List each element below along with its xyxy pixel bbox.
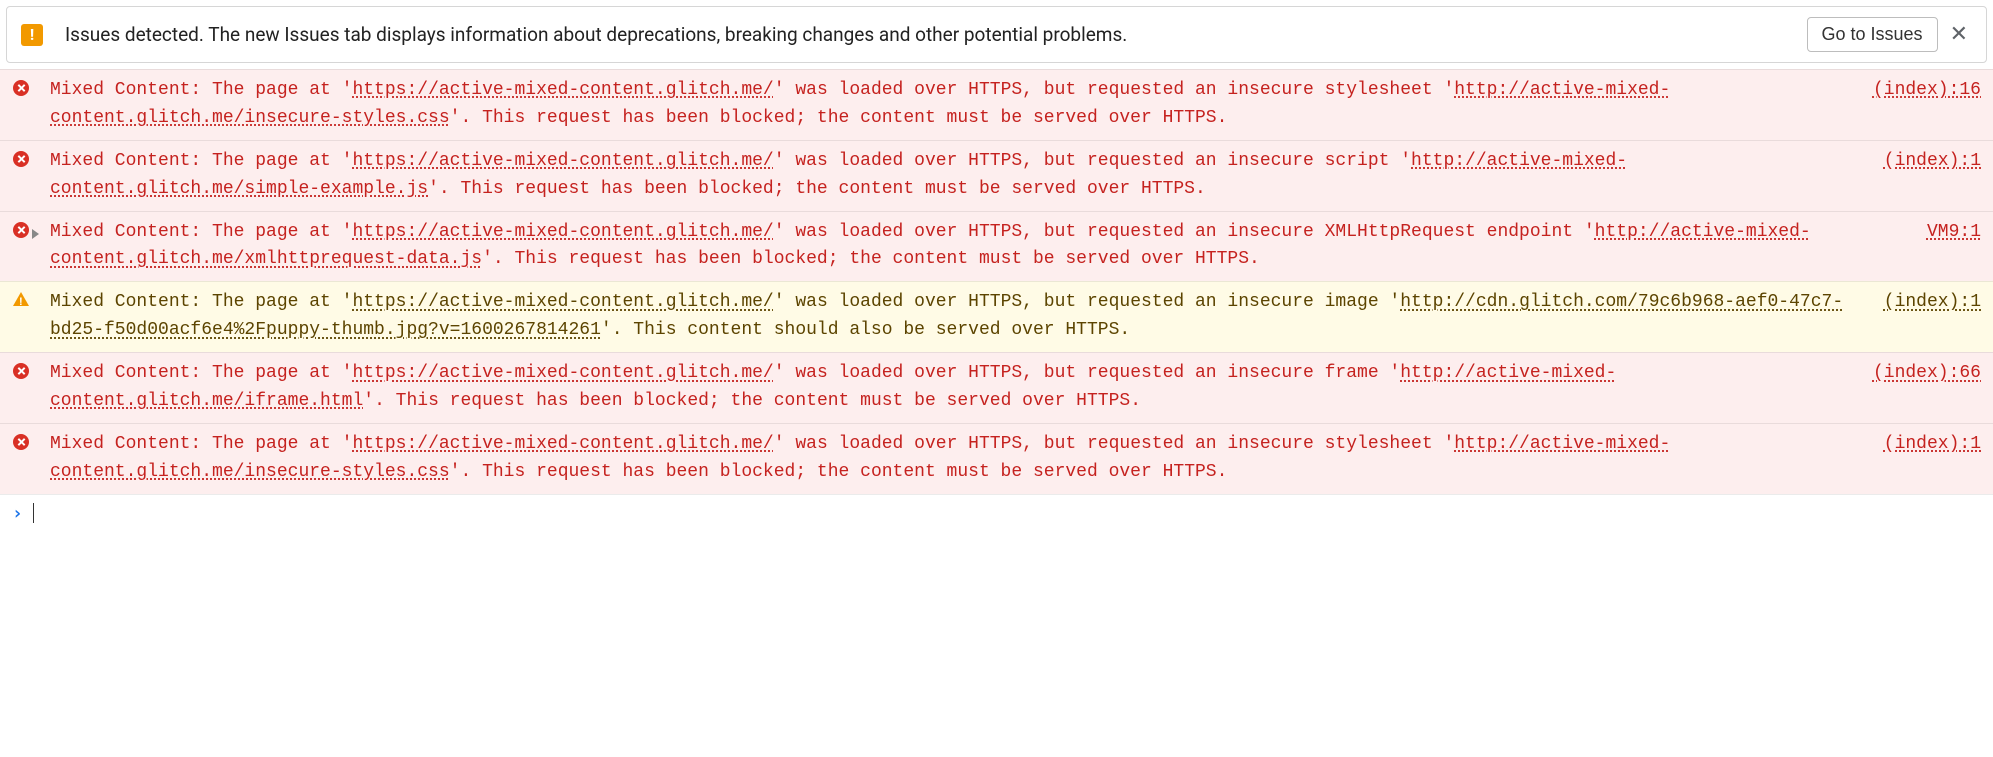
resource-url-link[interactable]: http://active-mixed-content.glitch.me/si…	[50, 151, 1627, 199]
page-url-link[interactable]: https://active-mixed-content.glitch.me/	[352, 222, 773, 242]
resource-url-link[interactable]: http://active-mixed-content.glitch.me/in…	[50, 80, 1670, 128]
close-icon[interactable]: ✕	[1946, 22, 1972, 47]
issues-banner-text: Issues detected. The new Issues tab disp…	[65, 23, 1807, 46]
expand-toggle-icon[interactable]	[32, 229, 39, 239]
source-link[interactable]: VM9:1	[1915, 219, 1981, 247]
console-prompt[interactable]: ›	[0, 494, 1993, 532]
page-url-link[interactable]: https://active-mixed-content.glitch.me/	[352, 363, 773, 383]
warning-icon	[13, 292, 29, 306]
console-error-entry: Mixed Content: The page at 'https://acti…	[0, 69, 1993, 140]
source-link[interactable]: (index):1	[1872, 148, 1981, 176]
page-url-link[interactable]: https://active-mixed-content.glitch.me/	[352, 80, 773, 100]
console-message: Mixed Content: The page at 'https://acti…	[50, 289, 1872, 345]
error-icon	[13, 222, 29, 238]
console-warning-entry: Mixed Content: The page at 'https://acti…	[0, 281, 1993, 352]
page-url-link[interactable]: https://active-mixed-content.glitch.me/	[352, 434, 773, 454]
error-icon	[13, 151, 29, 167]
source-link[interactable]: (index):66	[1861, 360, 1981, 388]
prompt-caret-icon: ›	[12, 503, 23, 524]
console-message: Mixed Content: The page at 'https://acti…	[50, 148, 1872, 204]
console-message: Mixed Content: The page at 'https://acti…	[50, 360, 1861, 416]
console-error-entry: Mixed Content: The page at 'https://acti…	[0, 352, 1993, 423]
page-url-link[interactable]: https://active-mixed-content.glitch.me/	[352, 292, 773, 312]
resource-url-link[interactable]: http://active-mixed-content.glitch.me/in…	[50, 434, 1670, 482]
console-log: Mixed Content: The page at 'https://acti…	[0, 69, 1993, 494]
issues-alert-icon: !	[21, 24, 43, 46]
console-message: Mixed Content: The page at 'https://acti…	[50, 219, 1915, 275]
console-message: Mixed Content: The page at 'https://acti…	[50, 431, 1872, 487]
source-link[interactable]: (index):1	[1872, 289, 1981, 317]
go-to-issues-button[interactable]: Go to Issues	[1807, 17, 1938, 52]
console-error-entry: Mixed Content: The page at 'https://acti…	[0, 211, 1993, 282]
resource-url-link[interactable]: http://active-mixed-content.glitch.me/if…	[50, 363, 1616, 411]
error-icon	[13, 80, 29, 96]
console-message: Mixed Content: The page at 'https://acti…	[50, 77, 1861, 133]
console-error-entry: Mixed Content: The page at 'https://acti…	[0, 140, 1993, 211]
source-link[interactable]: (index):16	[1861, 77, 1981, 105]
resource-url-link[interactable]: http://active-mixed-content.glitch.me/xm…	[50, 222, 1811, 270]
error-icon	[13, 363, 29, 379]
error-icon	[13, 434, 29, 450]
console-error-entry: Mixed Content: The page at 'https://acti…	[0, 423, 1993, 494]
page-url-link[interactable]: https://active-mixed-content.glitch.me/	[352, 151, 773, 171]
source-link[interactable]: (index):1	[1872, 431, 1981, 459]
issues-banner: ! Issues detected. The new Issues tab di…	[6, 6, 1987, 63]
prompt-cursor	[33, 503, 34, 523]
resource-url-link[interactable]: http://cdn.glitch.com/79c6b968-aef0-47c7…	[50, 292, 1843, 340]
